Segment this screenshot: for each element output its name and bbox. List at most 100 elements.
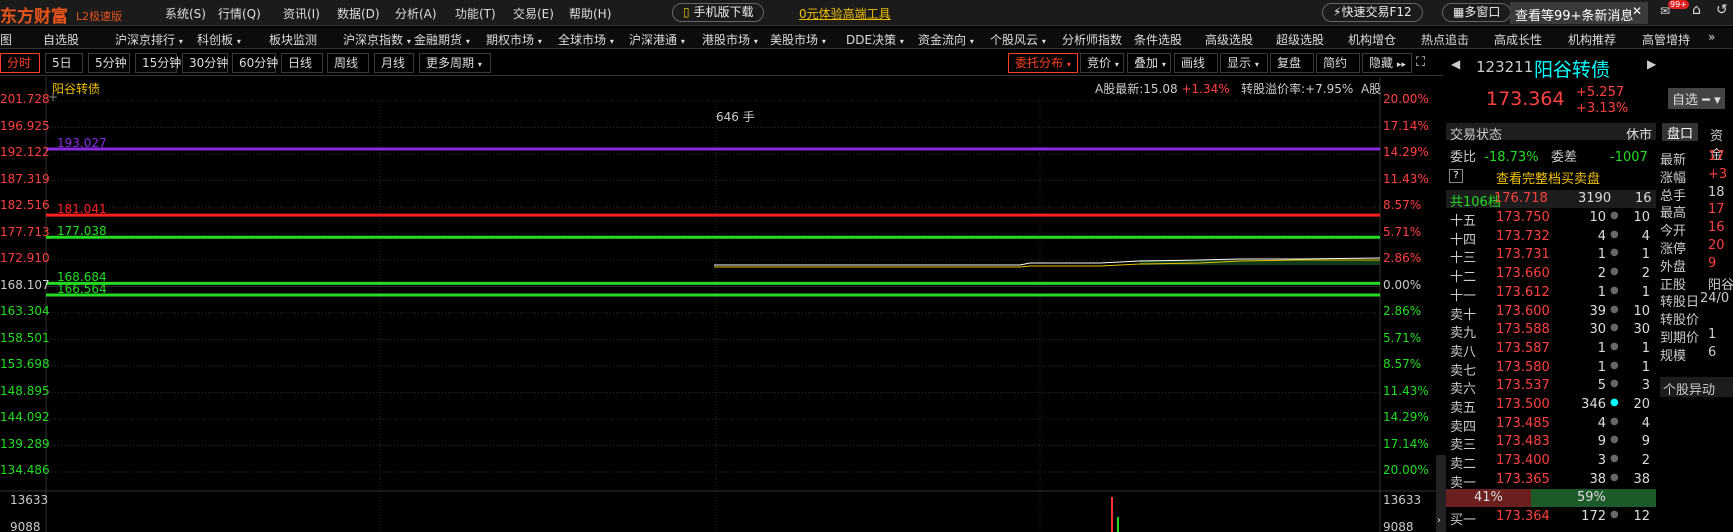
market-nav-item-18[interactable]: 超级选股: [1276, 31, 1324, 48]
market-nav-item-23[interactable]: 高管增持: [1642, 31, 1690, 48]
ask-row[interactable]: 卖二 173.400 3 ● 2: [1446, 452, 1656, 472]
toolbar-review[interactable]: 复盘: [1270, 53, 1314, 73]
toolbar-simple[interactable]: 简约: [1316, 53, 1360, 73]
period-tab-0[interactable]: 分时: [0, 53, 40, 73]
abnormal-section[interactable]: 个股异动: [1660, 377, 1733, 398]
period-tab-4[interactable]: 30分钟: [182, 53, 228, 73]
panel-toggle[interactable]: ›: [1436, 455, 1446, 532]
quick-trade-button[interactable]: ⚡快速交易F12: [1322, 3, 1423, 22]
ask-row[interactable]: 十五 173.750 10 ● 10: [1446, 209, 1656, 229]
toolbar-overlay[interactable]: 叠加 ▾: [1127, 53, 1171, 73]
bid-row[interactable]: 买一 173.364 172 ● 12: [1446, 508, 1656, 528]
quote-row: 最新 17: [1660, 149, 1725, 168]
dot-icon: ●: [1610, 228, 1619, 240]
ask-row[interactable]: 十四 173.732 4 ● 4: [1446, 228, 1656, 248]
ask-row[interactable]: 十一 173.612 1 ● 1: [1446, 284, 1656, 304]
market-nav-item-20[interactable]: 热点追击: [1421, 31, 1469, 48]
toolbar-auction[interactable]: 竞价 ▾: [1080, 53, 1124, 73]
ask-row[interactable]: 卖八 173.587 1 ● 1: [1446, 340, 1656, 360]
toolbar-hide[interactable]: 隐藏 ▸▸: [1362, 53, 1412, 73]
menu-item-6[interactable]: 交易(E): [513, 5, 554, 22]
market-nav-item-2[interactable]: 沪深京排行 ▾: [115, 31, 183, 48]
phone-icon: ▯: [683, 5, 690, 19]
market-nav-item-4[interactable]: 板块监测: [269, 31, 317, 48]
period-tab-8[interactable]: 月线: [374, 53, 414, 73]
market-nav-item-1[interactable]: 自选股: [43, 31, 79, 48]
menu-item-5[interactable]: 功能(T): [455, 5, 496, 22]
full-orderbook-link[interactable]: 查看完整档买卖盘: [1496, 168, 1600, 187]
ask-row[interactable]: 十三 173.731 1 ● 1: [1446, 246, 1656, 266]
multi-window-button[interactable]: ▦多窗口: [1442, 3, 1512, 22]
market-nav-item-10[interactable]: 港股市场 ▾: [702, 31, 758, 48]
toolbar-draw[interactable]: 画线: [1174, 53, 1218, 73]
menu-item-3[interactable]: 数据(D): [337, 5, 380, 22]
market-nav-item-17[interactable]: 高级选股: [1205, 31, 1253, 48]
promo-link[interactable]: 0元体验高端工具: [799, 5, 891, 22]
market-nav-item-9[interactable]: 沪深港通 ▾: [629, 31, 685, 48]
ask-row[interactable]: 卖五 173.500 346 ● 20: [1446, 396, 1656, 416]
period-tab-5[interactable]: 60分钟: [232, 53, 278, 73]
market-nav-item-11[interactable]: 美股市场 ▾: [770, 31, 826, 48]
help-icon[interactable]: ?: [1449, 169, 1463, 183]
stock-change: +5.257: [1576, 85, 1625, 100]
market-nav-item-12[interactable]: DDE决策 ▾: [846, 31, 904, 48]
y-left-label: 182.516: [0, 198, 50, 212]
dropdown-icon: ▾: [753, 37, 758, 46]
ask-row[interactable]: 卖十 173.600 39 ● 10: [1446, 303, 1656, 323]
market-nav-item-21[interactable]: 高成长性: [1494, 31, 1542, 48]
home-icon[interactable]: ⌂: [1692, 2, 1701, 18]
ask-row[interactable]: 卖四 173.485 4 ● 4: [1446, 415, 1656, 435]
crosshair-icon[interactable]: +: [48, 90, 58, 104]
market-nav-item-6[interactable]: 金融期货 ▾: [414, 31, 470, 48]
ask-row[interactable]: 卖六 173.537 5 ● 3: [1446, 377, 1656, 397]
menu-item-1[interactable]: 行情(Q): [218, 5, 261, 22]
market-nav-item-3[interactable]: 科创板 ▾: [197, 31, 241, 48]
market-nav-item-5[interactable]: 沪深京指数 ▾: [343, 31, 411, 48]
intraday-chart[interactable]: 阳谷转债 646 手 A股最新:15.08 +1.34% 转股溢价率:+7.95…: [0, 77, 1443, 532]
watchlist-button[interactable]: 自选 ━ ▾: [1668, 88, 1725, 109]
market-nav-item-7[interactable]: 期权市场 ▾: [486, 31, 542, 48]
ask-row[interactable]: 卖三 173.483 9 ● 9: [1446, 433, 1656, 453]
message-badge: 99+: [1668, 0, 1689, 9]
ask-row[interactable]: 卖七 173.580 1 ● 1: [1446, 359, 1656, 379]
fullscreen-icon[interactable]: ⛶: [1416, 55, 1425, 70]
ask-row[interactable]: 卖一 173.365 38 ● 38: [1446, 471, 1656, 491]
back-icon[interactable]: ↺: [1716, 2, 1728, 18]
market-nav-item-13[interactable]: 资金流向 ▾: [918, 31, 974, 48]
dropdown-icon: ▾: [1066, 60, 1071, 69]
period-tab-6[interactable]: 日线: [281, 53, 323, 73]
total-levels-row: 共106档 176.718 3190 16: [1446, 190, 1656, 210]
period-tab-9[interactable]: 更多周期 ▾: [419, 53, 491, 73]
toolbar-display[interactable]: 显示 ▾: [1220, 53, 1268, 73]
market-nav-item-0[interactable]: 图: [0, 31, 12, 48]
tab-handicap[interactable]: 盘口: [1662, 123, 1698, 142]
more-icon[interactable]: »: [1708, 30, 1715, 44]
market-nav-item-16[interactable]: 条件选股: [1134, 31, 1182, 48]
market-nav-item-15[interactable]: 分析师指数: [1062, 31, 1122, 48]
stock-code: 123211: [1476, 58, 1534, 76]
menu-item-7[interactable]: 帮助(H): [569, 5, 611, 22]
ask-row[interactable]: 十二 173.660 2 ● 2: [1446, 265, 1656, 285]
chart-svg: [0, 77, 1443, 532]
next-stock-icon[interactable]: ▶: [1647, 57, 1656, 71]
toolbar-entrust[interactable]: 委托分布 ▾: [1008, 53, 1078, 73]
period-tab-3[interactable]: 15分钟: [135, 53, 181, 73]
market-nav-item-19[interactable]: 机构增仓: [1348, 31, 1396, 48]
market-nav-item-14[interactable]: 个股风云 ▾: [990, 31, 1046, 48]
menu-item-0[interactable]: 系统(S): [165, 5, 206, 22]
dot-icon: ●: [1610, 509, 1619, 520]
close-icon[interactable]: ✕: [1632, 4, 1642, 18]
ask-row[interactable]: 卖九 173.588 30 ● 30: [1446, 321, 1656, 341]
chart-grid: [0, 77, 1443, 532]
mobile-download-button[interactable]: ▯ 手机版下载: [672, 3, 765, 22]
news-bar[interactable]: 查看等99+条新消息 ✕: [1510, 2, 1648, 24]
period-tab-2[interactable]: 5分钟: [88, 53, 130, 73]
menu-item-4[interactable]: 分析(A): [395, 5, 437, 22]
market-nav-item-22[interactable]: 机构推荐: [1568, 31, 1616, 48]
market-nav-item-8[interactable]: 全球市场 ▾: [558, 31, 614, 48]
period-tab-1[interactable]: 5日: [45, 53, 83, 73]
period-tab-7[interactable]: 周线: [327, 53, 369, 73]
prev-stock-icon[interactable]: ◀: [1451, 57, 1460, 71]
chevron-right-icon: ›: [1437, 515, 1441, 526]
menu-item-2[interactable]: 资讯(I): [283, 5, 320, 22]
